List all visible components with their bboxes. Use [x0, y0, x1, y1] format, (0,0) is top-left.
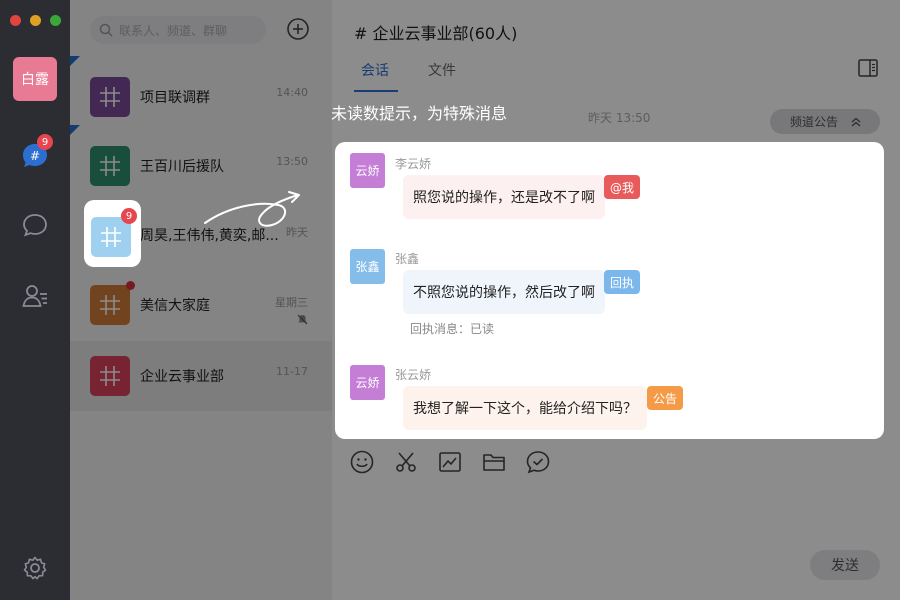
highlighted-unread-avatar: 9 — [84, 200, 141, 267]
sender-name: 张云娇 — [395, 368, 432, 382]
svg-text:#: # — [30, 149, 40, 163]
hash-icon — [101, 227, 121, 247]
window-close-button[interactable] — [10, 15, 21, 26]
mention-tag: @我 — [604, 175, 641, 199]
unread-count-badge: 9 — [121, 208, 137, 224]
left-rail: 白露 # 9 — [0, 0, 70, 600]
curved-arrow-icon — [204, 191, 300, 227]
window-minimize-button[interactable] — [30, 15, 41, 26]
notice-tag: 公告 — [647, 386, 684, 410]
message-bubble[interactable]: 我想了解一下这个，能给介绍下吗？ — [403, 386, 647, 430]
read-receipt-status[interactable]: 回执消息：已读 — [410, 320, 494, 337]
messages-nav-button[interactable] — [15, 205, 55, 245]
sender-avatar[interactable]: 云娇 — [350, 153, 385, 188]
message-bubble[interactable]: 照您说的操作，还是改不了啊 — [403, 175, 605, 219]
message-bubble[interactable]: 不照您说的操作，然后改了啊 — [403, 270, 605, 314]
guide-hint-text: 未读数提示，为特殊消息 — [331, 104, 508, 123]
sender-avatar[interactable]: 云娇 — [350, 365, 385, 400]
special-messages-card: 云娇 李云娇 照您说的操作，还是改不了啊 @我 张鑫 张鑫 不照您说的操作，然后… — [335, 142, 884, 439]
window-maximize-button[interactable] — [50, 15, 61, 26]
gear-icon — [23, 556, 47, 580]
channels-unread-badge: 9 — [37, 134, 53, 150]
sender-name: 张鑫 — [395, 252, 420, 266]
sender-name: 李云娇 — [395, 157, 432, 171]
channels-nav-button[interactable]: # 9 — [15, 134, 55, 176]
settings-nav-button[interactable] — [15, 548, 55, 588]
contacts-icon — [22, 285, 47, 307]
receipt-tag: 回执 — [604, 270, 641, 294]
chat-bubble-icon — [23, 214, 47, 237]
contacts-nav-button[interactable] — [15, 276, 55, 316]
user-avatar[interactable]: 白露 — [13, 57, 57, 101]
sender-avatar[interactable]: 张鑫 — [350, 249, 385, 284]
